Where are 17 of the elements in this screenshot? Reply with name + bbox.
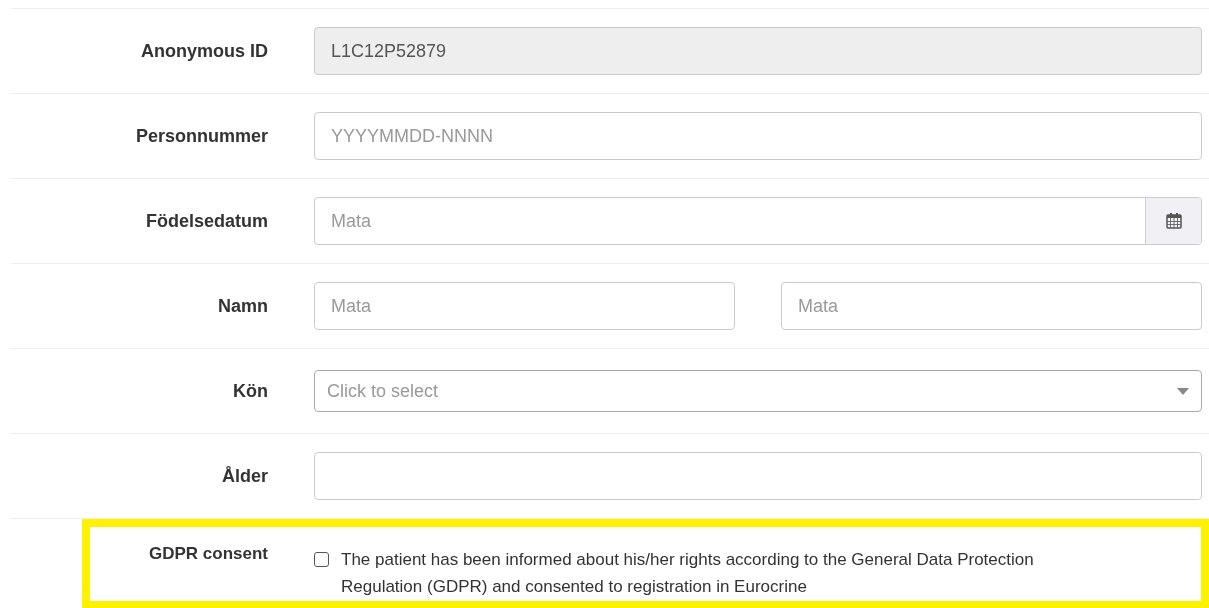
field-label: Kön bbox=[232, 379, 268, 403]
consent-text: The patient has been informed about his/her rights according to the General Data Protection Regulation (GDPR) and consented to registration in Eurocrine bbox=[341, 549, 1035, 598]
calendar-button[interactable] bbox=[1145, 198, 1201, 244]
input-field[interactable]: YYYYMMDD-NNNN bbox=[314, 112, 1202, 160]
field-label: Ålder bbox=[221, 464, 268, 488]
input-field[interactable]: Mata bbox=[781, 282, 1202, 330]
input-field[interactable] bbox=[314, 452, 1202, 500]
calendar-icon bbox=[1164, 212, 1183, 230]
field-label: Personnummer bbox=[134, 124, 268, 148]
field-label: Födelsedatum bbox=[144, 209, 268, 233]
consent-checkbox[interactable] bbox=[314, 552, 329, 567]
select-placeholder: Click to select bbox=[327, 379, 439, 403]
input-field[interactable]: Mata bbox=[314, 282, 735, 330]
caret-icon bbox=[1177, 387, 1189, 395]
field-label: Namn bbox=[217, 294, 268, 318]
field-label: Anonymous ID bbox=[140, 39, 268, 63]
field-label: GDPR consent bbox=[147, 543, 268, 565]
